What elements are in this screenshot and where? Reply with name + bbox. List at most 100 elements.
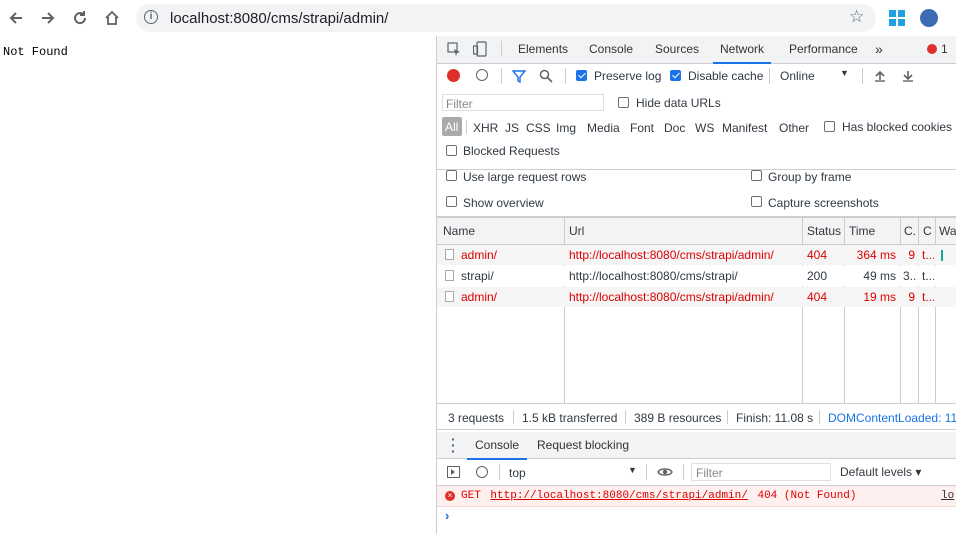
row-url: http://localhost:8080/cms/strapi/admin/	[569, 290, 774, 304]
throttle-select[interactable]: Online	[780, 69, 815, 83]
disable-cache-label[interactable]: Disable cache	[688, 69, 763, 83]
drawer-tab-console[interactable]: Console	[467, 432, 528, 460]
capture-screenshots-label[interactable]: Capture screenshots	[768, 196, 879, 210]
live-expression-eye-icon[interactable]	[657, 466, 673, 478]
sidebar-toggle-icon[interactable]	[447, 466, 460, 478]
type-img[interactable]: Img	[556, 121, 576, 135]
type-css[interactable]: CSS	[526, 121, 551, 135]
more-tabs-icon[interactable]: »	[875, 36, 883, 62]
devtools-panel: Elements Console Sources Network Perform…	[436, 36, 956, 534]
search-icon[interactable]	[539, 69, 553, 83]
filter-input[interactable]: Filter	[442, 94, 604, 111]
export-har-icon[interactable]	[902, 70, 914, 82]
tab-elements[interactable]: Elements	[518, 36, 568, 62]
console-toolbar: top ▼ Filter Default levels ▾	[437, 459, 956, 486]
filter-placeholder: Filter	[446, 97, 473, 111]
type-media[interactable]: Media	[587, 121, 620, 135]
row-name[interactable]: admin/	[461, 248, 497, 262]
forward-button[interactable]	[36, 6, 60, 30]
show-overview-checkbox[interactable]	[446, 196, 457, 207]
group-by-frame-label[interactable]: Group by frame	[768, 170, 851, 184]
context-select[interactable]: top	[509, 466, 526, 480]
home-button[interactable]	[100, 6, 124, 30]
type-other[interactable]: Other	[779, 121, 809, 135]
type-font[interactable]: Font	[630, 121, 654, 135]
page-body-text: Not Found	[3, 45, 68, 59]
console-prompt[interactable]: ›	[445, 508, 449, 523]
error-url-link[interactable]: http://localhost:8080/cms/strapi/admin/	[490, 490, 747, 502]
hide-data-urls-checkbox[interactable]	[618, 97, 629, 108]
tab-network[interactable]: Network	[713, 36, 772, 64]
type-doc[interactable]: Doc	[664, 121, 685, 135]
preserve-log-label[interactable]: Preserve log	[594, 69, 661, 83]
type-manifest[interactable]: Manifest	[722, 121, 767, 135]
inspect-element-icon[interactable]	[447, 42, 461, 56]
profile-extension-icon[interactable]	[920, 9, 938, 27]
summary-dcl: DOMContentLoaded: 11	[828, 411, 956, 425]
error-circle-icon: ×	[445, 491, 455, 501]
column-c1[interactable]: C.	[904, 224, 916, 238]
error-source-link[interactable]: lo	[941, 490, 954, 502]
reload-button[interactable]	[68, 6, 92, 30]
console-filter-placeholder: Filter	[696, 466, 723, 480]
bookmark-star-icon[interactable]: ☆	[849, 7, 864, 27]
column-name[interactable]: Name	[443, 224, 475, 238]
group-by-frame-checkbox[interactable]	[751, 170, 762, 181]
import-har-icon[interactable]	[874, 70, 886, 82]
network-toolbar: Preserve log Disable cache Online ▼	[437, 63, 956, 90]
clear-icon[interactable]	[476, 69, 488, 81]
type-xhr[interactable]: XHR	[473, 121, 498, 135]
log-levels-select[interactable]: Default levels ▾	[840, 465, 921, 479]
record-icon[interactable]	[447, 69, 460, 82]
device-toolbar-icon[interactable]	[472, 41, 487, 57]
type-ws[interactable]: WS	[695, 121, 714, 135]
row-time: 49 ms	[863, 269, 896, 283]
row-status: 404	[807, 248, 828, 262]
console-filter-input[interactable]: Filter	[691, 463, 831, 481]
tab-performance[interactable]: Performance	[789, 36, 858, 62]
row-name[interactable]: strapi/	[461, 269, 494, 283]
filter-icon[interactable]	[511, 69, 527, 84]
row-name[interactable]: admin/	[461, 290, 497, 304]
throttle-dropdown-icon[interactable]: ▼	[840, 68, 849, 78]
capture-screenshots-checkbox[interactable]	[751, 196, 762, 207]
large-rows-checkbox[interactable]	[446, 170, 457, 181]
browser-toolbar: i localhost:8080/cms/strapi/admin/ ☆	[0, 0, 956, 36]
row-c2: t...	[922, 269, 934, 283]
drawer-tab-request-blocking[interactable]: Request blocking	[537, 432, 629, 458]
preserve-log-checkbox[interactable]	[576, 70, 587, 81]
context-dropdown-icon[interactable]: ▼	[628, 465, 637, 475]
column-url[interactable]: Url	[569, 224, 584, 238]
back-button[interactable]	[4, 6, 28, 30]
site-info-icon[interactable]: i	[144, 10, 158, 24]
network-settings: Use large request rows Group by frame Sh…	[437, 170, 956, 217]
has-blocked-cookies-checkbox[interactable]	[824, 121, 835, 132]
column-status[interactable]: Status	[807, 224, 841, 238]
drawer-menu-icon[interactable]: · · ·	[451, 432, 456, 458]
column-waterfall[interactable]: Wa	[939, 224, 956, 238]
document-file-icon	[445, 270, 454, 281]
column-time[interactable]: Time	[849, 224, 875, 238]
blocked-requests-checkbox[interactable]	[446, 145, 457, 156]
large-rows-label[interactable]: Use large request rows	[463, 170, 586, 184]
clear-console-icon[interactable]	[476, 466, 488, 478]
column-c2[interactable]: C	[923, 224, 932, 238]
type-js[interactable]: JS	[505, 121, 519, 135]
windows-extension-icon[interactable]	[889, 10, 905, 26]
hide-data-urls-label[interactable]: Hide data URLs	[636, 96, 721, 110]
error-icon[interactable]	[927, 44, 937, 54]
show-overview-label[interactable]: Show overview	[463, 196, 544, 210]
type-all-button[interactable]: All	[442, 117, 462, 136]
row-c1: 3...	[903, 269, 917, 283]
summary-transferred: 1.5 kB transferred	[522, 411, 618, 425]
waterfall-bar	[941, 250, 943, 261]
row-url: http://localhost:8080/cms/strapi/admin/	[569, 248, 774, 262]
blocked-requests-label[interactable]: Blocked Requests	[463, 144, 560, 158]
disable-cache-checkbox[interactable]	[670, 70, 681, 81]
tab-console[interactable]: Console	[589, 36, 633, 62]
error-count[interactable]: 1	[941, 42, 948, 56]
tab-sources[interactable]: Sources	[655, 36, 699, 62]
table-header	[437, 217, 956, 245]
has-blocked-cookies-label[interactable]: Has blocked cookies	[842, 120, 952, 134]
summary-finish: Finish: 11.08 s	[736, 411, 814, 425]
